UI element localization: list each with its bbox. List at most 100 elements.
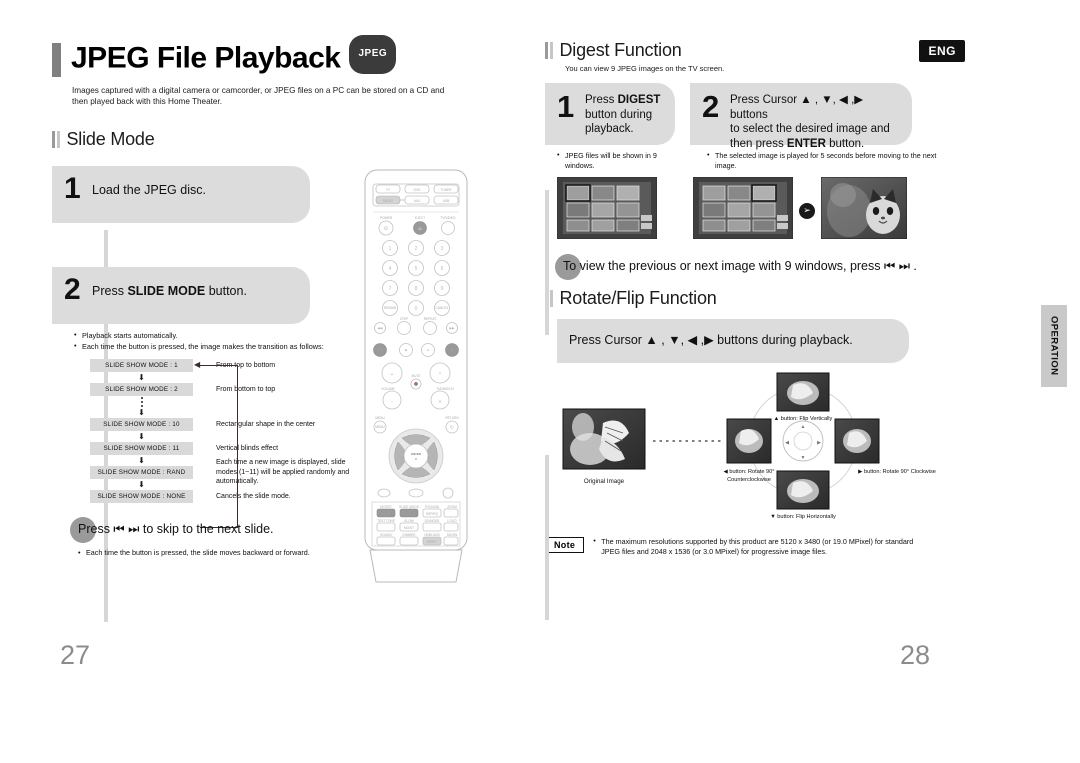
manual-page: JPEG File Playback JPEG Images captured w… — [0, 0, 1080, 763]
svg-text:MENU: MENU — [375, 425, 385, 429]
svg-text:MENU: MENU — [375, 416, 385, 420]
step-line1: Press Cursor ▲ , ▼, ◀ ,▶ buttons — [730, 94, 864, 121]
step-number: 1 — [557, 89, 575, 124]
svg-text:3: 3 — [441, 246, 444, 252]
svg-text:TV/VIDEO: TV/VIDEO — [441, 216, 456, 220]
flow-arrow-icon: ⬇ — [138, 479, 145, 489]
step-text: Load the JPEG disc. — [92, 183, 206, 197]
step-line3: playback. — [585, 123, 634, 135]
side-tab-operation: OPERATION — [1041, 305, 1067, 387]
svg-text:6: 6 — [441, 266, 444, 272]
svg-text:⏮: ⏮ — [379, 348, 382, 352]
svg-text:7: 7 — [389, 286, 392, 292]
svg-text:USB: USB — [443, 199, 450, 203]
svg-text:▼: ▼ — [414, 468, 417, 472]
svg-text:🔇: 🔇 — [414, 382, 418, 386]
svg-text:9: 9 — [441, 286, 444, 292]
svg-text:ZOOM: ZOOM — [447, 505, 457, 509]
svg-text:HDMI AUD: HDMI AUD — [424, 533, 440, 537]
tv-screen-9-windows-2 — [692, 176, 794, 244]
svg-text:SLOW: SLOW — [404, 519, 413, 523]
svg-text:▶▶: ▶▶ — [450, 326, 455, 330]
flow-ellipsis-dots — [90, 396, 193, 407]
svg-text:CANCEL: CANCEL — [436, 306, 449, 310]
step-number: 2 — [64, 273, 81, 306]
svg-text:⏏: ⏏ — [418, 226, 423, 232]
step-box-load-disc: 1 Load the JPEG disc. — [52, 166, 310, 223]
section-title-label: Slide Mode — [66, 129, 155, 149]
svg-text:POWER: POWER — [380, 216, 393, 220]
right-column: ENG Digest Function You can view 9 JPEG … — [545, 40, 965, 650]
svg-text:TUNER: TUNER — [441, 188, 453, 192]
page-number-left: 27 — [60, 640, 91, 670]
flow-box: SLIDE SHOW MODE : 11 — [90, 442, 193, 455]
svg-text:▲: ▲ — [414, 441, 417, 445]
svg-text:LOGO: LOGO — [447, 519, 457, 523]
jpeg-badge: JPEG — [349, 35, 397, 74]
step-line3-post: button. — [825, 137, 865, 150]
digest-steps: 1 Press DIGEST button during playback. 2… — [545, 83, 965, 150]
flow-arrow-icon: ⬇ — [138, 431, 145, 441]
svg-text:EJECT: EJECT — [415, 216, 425, 220]
note-text: The maximum resolutions supported by thi… — [593, 536, 923, 557]
language-badge: ENG — [919, 40, 965, 62]
digest-bullets: JPEG files will be shown in 9 windows. T… — [545, 150, 965, 171]
svg-text:∨: ∨ — [438, 399, 442, 405]
right-vertical-rail — [545, 190, 549, 335]
svg-text:⏼: ⏼ — [384, 226, 388, 232]
flow-arrow-icon: ⬇ — [138, 407, 145, 417]
step-line1-bold: DIGEST — [617, 94, 661, 106]
step-box-rotate-instruction: Press Cursor ▲ , ▼, ◀ ,▶ buttons during … — [557, 319, 909, 363]
svg-text:RETURN: RETURN — [445, 416, 459, 420]
rotate-flip-diagram: Original Image ◀ button: Rotate 90° Coun… — [545, 371, 965, 521]
svg-text:DIGEST: DIGEST — [380, 505, 392, 509]
flow-box: SLIDE SHOW MODE : RAND — [90, 466, 193, 479]
flow-desc: Rectangular shape in the center — [216, 420, 316, 428]
svg-text:5: 5 — [415, 266, 418, 272]
svg-text:◀ button: Rotate 90°: ◀ button: Rotate 90° — [723, 469, 774, 475]
svg-text:2: 2 — [415, 246, 418, 252]
tv-screen-selected-image — [820, 176, 908, 244]
arrow-right-icon: ➢ — [799, 202, 815, 219]
step-line3-bold: ENTER — [786, 137, 826, 150]
section-heading-slide-mode: Slide Mode — [52, 129, 482, 150]
svg-text:P.SOUND: P.SOUND — [425, 505, 440, 509]
flow-desc: Each time a new image is displayed, slid… — [216, 459, 350, 486]
step-text-pre: Press — [92, 284, 128, 298]
section-title-label: Digest Function — [559, 40, 682, 60]
title-accent-bar — [52, 43, 61, 77]
svg-text:■: ■ — [405, 348, 407, 352]
press-skip-line: Press ⏮ ⏭ to skip to the next slide. — [70, 517, 400, 543]
step-text-post: button. — [205, 284, 247, 298]
section-heading-rotate-flip: Rotate/Flip Function — [545, 288, 965, 309]
svg-text:8: 8 — [415, 286, 418, 292]
svg-text:Counterclockwise: Counterclockwise — [727, 477, 771, 483]
svg-text:1: 1 — [389, 246, 392, 252]
step-text: Press SLIDE MODE button. — [92, 276, 247, 299]
flow-desc: Cancels the slide mode. — [216, 492, 291, 500]
svg-text:0: 0 — [415, 306, 418, 312]
flow-box: SLIDE SHOW MODE : 2 — [90, 383, 193, 396]
press-skip-text: To view the previous or next image with … — [563, 259, 917, 273]
intro-paragraph: Images captured with a digital camera or… — [72, 86, 445, 106]
flow-loop-arrow-icon: ◀ — [194, 360, 201, 369]
page-number-right: 28 — [900, 640, 931, 670]
flow-desc: From top to bottom — [216, 361, 276, 369]
step-box-press-cursor: 2 Press Cursor ▲ , ▼, ◀ ,▶ buttons to se… — [690, 83, 912, 150]
press-skip-text: Press ⏮ ⏭ to skip to the next slide. — [78, 522, 274, 536]
step-number: 2 — [702, 89, 720, 124]
step-text: Press DIGEST button during playback. — [585, 92, 660, 137]
step-box-press-digest: 1 Press DIGEST button during playback. — [545, 83, 675, 145]
bullet-item: JPEG files will be shown in 9 windows. — [557, 150, 687, 171]
svg-text:◀: ◀ — [785, 440, 789, 446]
flow-box: SLIDE SHOW MODE : NONE — [90, 490, 193, 503]
press-digest-skip-line: To view the previous or next image with … — [555, 254, 955, 280]
bullet-item: The selected image is played for 5 secon… — [707, 150, 937, 171]
step-line1-pre: Press — [585, 94, 618, 106]
svg-text:AUX: AUX — [414, 199, 421, 203]
svg-text:SD/MODE: SD/MODE — [425, 519, 440, 523]
step-line2: button during — [585, 108, 653, 121]
svg-text:+: + — [391, 372, 394, 378]
svg-text:ENTER: ENTER — [411, 452, 420, 456]
svg-text:REMAIN: REMAIN — [384, 306, 397, 310]
